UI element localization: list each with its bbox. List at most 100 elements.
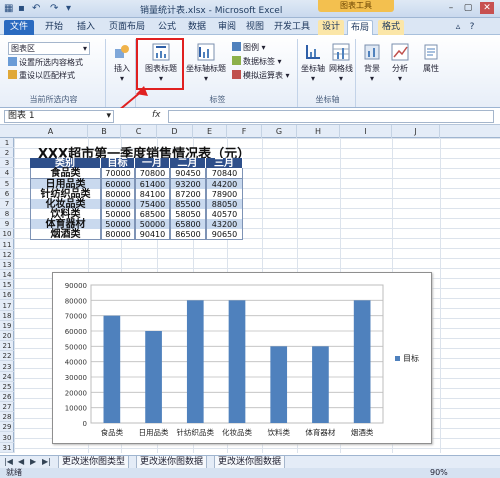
row-header[interactable]: 22 bbox=[0, 351, 14, 362]
row-header[interactable]: 30 bbox=[0, 433, 14, 443]
name-box[interactable]: 图表 1 ▾ bbox=[4, 110, 114, 123]
chart-element-dropdown[interactable]: 图表区 ▾ bbox=[8, 42, 90, 55]
row-header[interactable]: 20 bbox=[0, 331, 14, 342]
table-cell[interactable]: 烟酒类 bbox=[30, 229, 101, 241]
tab-layout[interactable]: 布局 bbox=[347, 20, 373, 35]
row-header[interactable]: 26 bbox=[0, 392, 14, 402]
gridlines-button[interactable]: 网格线 ▾ bbox=[327, 43, 355, 83]
legend-button[interactable]: 图例 ▾ bbox=[232, 42, 266, 53]
row-header[interactable]: 29 bbox=[0, 422, 14, 433]
tab-file[interactable]: 文件 bbox=[4, 20, 34, 35]
minimize-button[interactable]: – bbox=[444, 2, 458, 14]
save-icon[interactable]: ▪ bbox=[18, 2, 25, 16]
row-header[interactable]: 15 bbox=[0, 280, 14, 291]
row-header[interactable]: 24 bbox=[0, 372, 14, 382]
row-header[interactable]: 25 bbox=[0, 382, 14, 392]
tab-developer[interactable]: 开发工具 bbox=[272, 20, 312, 35]
status-bar: 就绪 90% bbox=[0, 468, 500, 478]
format-selection-button[interactable]: 设置所选内容格式 bbox=[8, 57, 83, 68]
tab-page-layout[interactable]: 页面布局 bbox=[104, 20, 150, 35]
row-header[interactable]: 1 bbox=[0, 138, 14, 148]
insert-button[interactable]: 插入 ▾ bbox=[110, 43, 134, 83]
prev-sheet-icon[interactable]: ◀ bbox=[18, 457, 24, 466]
row-header[interactable]: 9 bbox=[0, 219, 14, 230]
table-cell[interactable]: 86500 bbox=[170, 229, 206, 241]
table-cell[interactable]: 90650 bbox=[206, 229, 243, 241]
tab-review[interactable]: 审阅 bbox=[214, 20, 240, 35]
row-header[interactable]: 17 bbox=[0, 301, 14, 311]
properties-button[interactable]: 属性 bbox=[418, 43, 444, 74]
row-header[interactable]: 21 bbox=[0, 341, 14, 352]
background-button[interactable]: 背景 ▾ bbox=[360, 43, 384, 83]
axes-button[interactable]: 坐标轴 ▾ bbox=[300, 43, 326, 83]
column-header[interactable]: C bbox=[121, 125, 157, 138]
row-header[interactable]: 14 bbox=[0, 270, 14, 281]
row-header[interactable]: 13 bbox=[0, 260, 14, 270]
chevron-down-icon: ▾ bbox=[106, 111, 111, 121]
row-header[interactable]: 3 bbox=[0, 158, 14, 169]
x-tick-label: 体育器材 bbox=[305, 427, 335, 437]
minimize-ribbon-icon[interactable]: ▵ bbox=[452, 20, 464, 35]
insert-shapes-icon bbox=[115, 45, 129, 58]
row-header[interactable]: 28 bbox=[0, 412, 14, 423]
table-cell[interactable]: 80000 bbox=[101, 229, 135, 241]
data-labels-button[interactable]: 数据标签 ▾ bbox=[232, 56, 282, 67]
column-header[interactable]: G bbox=[262, 125, 297, 138]
maximize-button[interactable]: ▢ bbox=[461, 2, 475, 14]
tab-data[interactable]: 数据 bbox=[184, 20, 210, 35]
tab-format[interactable]: 格式 bbox=[378, 20, 404, 35]
row-header[interactable]: 4 bbox=[0, 168, 14, 179]
undo-icon[interactable]: ↶ bbox=[32, 2, 40, 16]
row-header[interactable]: 19 bbox=[0, 321, 14, 331]
row-header[interactable]: 5 bbox=[0, 179, 14, 189]
row-header[interactable]: 8 bbox=[0, 209, 14, 220]
quick-access-dropdown-icon[interactable]: ▾ bbox=[66, 2, 71, 16]
row-header[interactable]: 2 bbox=[0, 148, 14, 159]
row-header[interactable]: 23 bbox=[0, 362, 14, 372]
help-icon[interactable]: ? bbox=[466, 20, 478, 35]
column-header[interactable]: F bbox=[227, 125, 262, 138]
next-sheet-icon[interactable]: ▶ bbox=[30, 457, 36, 466]
excel-app-icon[interactable]: ▦ bbox=[4, 2, 13, 16]
row-header[interactable]: 27 bbox=[0, 402, 14, 413]
first-sheet-icon[interactable]: |◀ bbox=[4, 457, 13, 466]
row-header[interactable]: 10 bbox=[0, 229, 14, 240]
tab-view[interactable]: 视图 bbox=[242, 20, 268, 35]
column-header[interactable]: H bbox=[297, 125, 340, 138]
column-header[interactable]: D bbox=[157, 125, 193, 138]
tab-formulas[interactable]: 公式 bbox=[154, 20, 180, 35]
data-table-button[interactable]: 模拟运算表 ▾ bbox=[232, 70, 290, 81]
row-header[interactable]: 11 bbox=[0, 240, 14, 250]
function-icon[interactable]: fx bbox=[152, 110, 161, 120]
close-button[interactable]: ✕ bbox=[480, 2, 494, 14]
formula-bar: 图表 1 ▾ fx bbox=[0, 108, 500, 125]
tab-insert[interactable]: 插入 bbox=[72, 20, 100, 35]
column-header[interactable]: B bbox=[88, 125, 121, 138]
last-sheet-icon[interactable]: ▶| bbox=[42, 457, 51, 466]
row-header[interactable]: 31 bbox=[0, 443, 14, 453]
chart-area[interactable]: 0 10000 20000 30000 40000 50000 60000 70000 8000… bbox=[52, 272, 432, 444]
redo-icon[interactable]: ↷ bbox=[50, 2, 58, 16]
column-header[interactable]: I bbox=[340, 125, 392, 138]
zoom-level[interactable]: 90% bbox=[430, 468, 448, 478]
analysis-icon bbox=[391, 43, 409, 61]
row-header[interactable]: 12 bbox=[0, 250, 14, 260]
tab-design[interactable]: 设计 bbox=[318, 20, 344, 35]
column-header[interactable]: A bbox=[14, 125, 88, 138]
reset-style-button[interactable]: 重设以匹配样式 bbox=[8, 70, 75, 81]
ribbon: 图表区 ▾ 设置所选内容格式 重设以匹配样式 当前所选内容 插入 ▾ 图表标题 ▾ 坐… bbox=[0, 35, 500, 108]
legend-label: 目标 bbox=[403, 353, 419, 363]
tab-home[interactable]: 开始 bbox=[40, 20, 68, 35]
chart-tools-context-label: 图表工具 bbox=[318, 0, 394, 12]
row-header[interactable]: 7 bbox=[0, 199, 14, 209]
column-header[interactable]: E bbox=[193, 125, 227, 138]
column-header[interactable]: J bbox=[392, 125, 440, 138]
formula-input[interactable] bbox=[168, 110, 494, 123]
axis-titles-button[interactable]: 坐标轴标题 ▾ bbox=[184, 43, 228, 83]
row-header[interactable]: 6 bbox=[0, 189, 14, 199]
analysis-button[interactable]: 分析 ▾ bbox=[388, 43, 412, 83]
row-header[interactable]: 16 bbox=[0, 290, 14, 301]
table-cell[interactable]: 90410 bbox=[135, 229, 170, 241]
row-header[interactable]: 18 bbox=[0, 311, 14, 321]
y-tick-label: 20000 bbox=[65, 389, 87, 397]
